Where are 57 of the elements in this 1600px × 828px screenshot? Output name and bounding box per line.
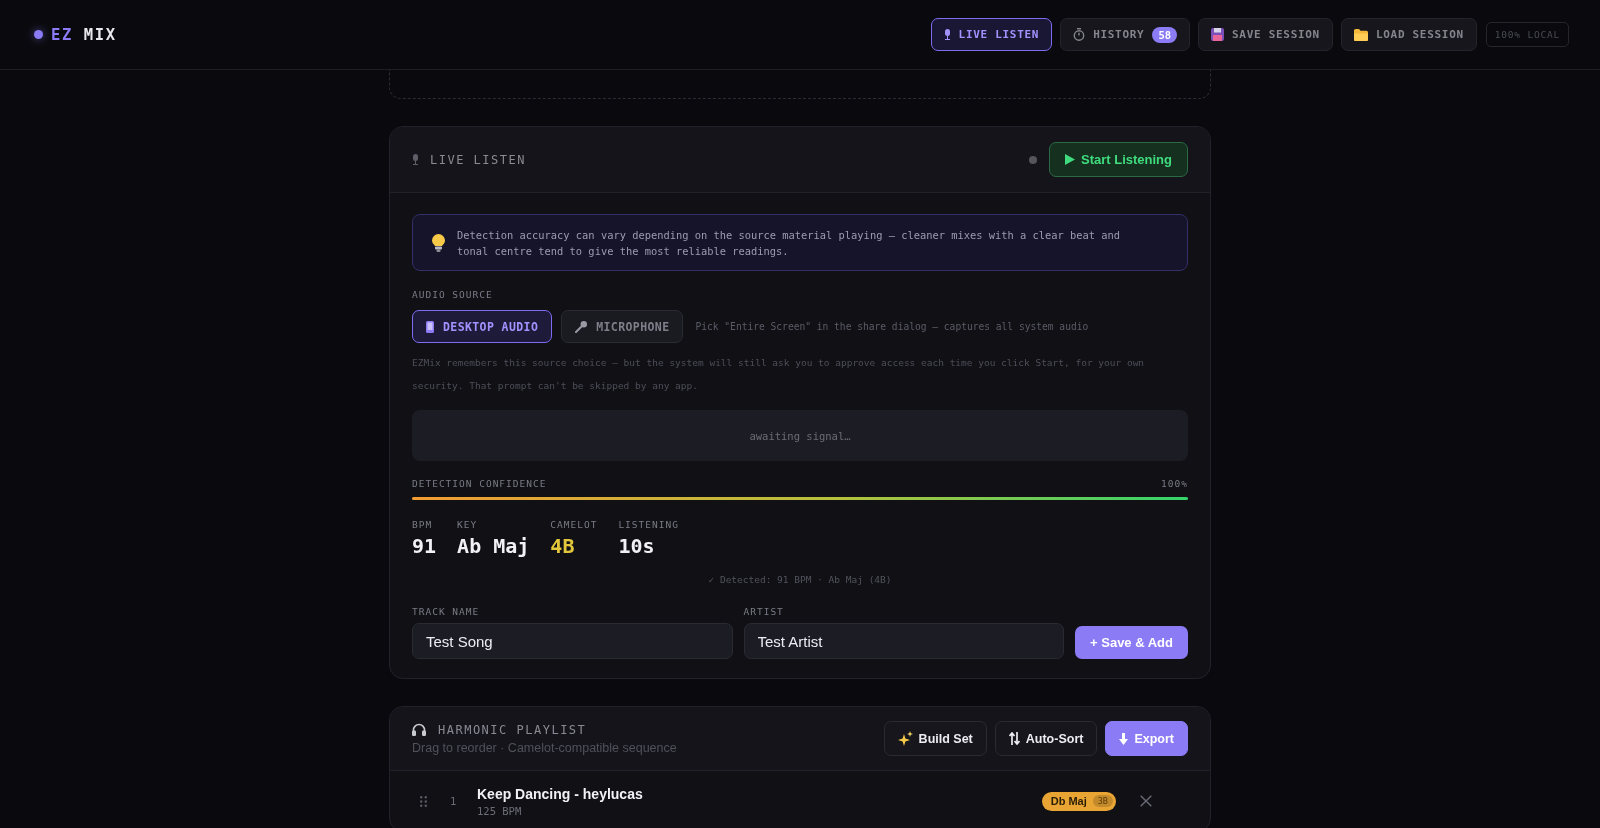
- stat-label: BPM: [412, 519, 434, 531]
- stat-label: LISTENING: [618, 519, 679, 531]
- stat-label: CAMELOT: [550, 519, 598, 531]
- logo-text: EZ MIX: [51, 25, 117, 44]
- card-title: LIVE LISTEN: [430, 152, 526, 167]
- nav-button[interactable]: LIVE LISTEN: [930, 18, 1053, 51]
- stat-value: 4B: [550, 533, 576, 559]
- folder-icon: [1353, 28, 1368, 41]
- nav-button[interactable]: HISTORY 58: [1060, 18, 1191, 51]
- camelot-tag: 3B: [1092, 795, 1113, 807]
- nav-button[interactable]: LOAD SESSION: [1340, 18, 1477, 51]
- start-listening-button[interactable]: Start Listening: [1049, 142, 1188, 177]
- stat-value: 10s: [618, 533, 656, 559]
- field-label: ARTIST: [743, 606, 785, 618]
- artist-field[interactable]: Test Artist: [743, 623, 1065, 659]
- nav-button[interactable]: SAVE SESSION: [1198, 18, 1333, 51]
- confidence-reading: 100%: [1161, 478, 1188, 490]
- action-button[interactable]: Export: [1105, 721, 1188, 756]
- stat-value: Ab Maj: [457, 533, 530, 559]
- source-hint: Pick "Entire Screen" in the share dialog — captures all system audio: [695, 321, 1089, 332]
- confidence-label: DETECTION CONFIDENCE: [412, 478, 547, 490]
- sparkle-icon: [897, 731, 913, 746]
- stat-value: 91: [412, 533, 437, 559]
- close-icon[interactable]: [1140, 795, 1152, 807]
- field-label: TRACK NAME: [412, 606, 481, 618]
- detected-summary: ✓ Detected: 91 BPM · Ab Maj (4B): [708, 574, 892, 586]
- source-toggle[interactable]: MICROPHONE: [561, 310, 684, 343]
- mic-icon: [412, 154, 419, 165]
- track-name-field[interactable]: Test Song: [412, 623, 733, 659]
- track-bpm: 125 BPM: [477, 804, 523, 817]
- headphones-icon: [412, 723, 426, 736]
- play-icon: [1065, 154, 1075, 165]
- save-add-button[interactable]: + Save & Add: [1075, 626, 1188, 659]
- card-subtitle: Drag to reorder · Camelot-compatible sequence: [412, 740, 677, 755]
- action-button[interactable]: Build Set: [883, 721, 987, 756]
- source-toggle[interactable]: DESKTOP AUDIO: [412, 310, 553, 343]
- privacy-note: EZMix remembers this source choice — but the system will still ask you to approve access each time you click Start, for your own security. That prompt can't be skipped by any app.: [412, 356, 1146, 393]
- action-button[interactable]: Auto-Sort: [994, 721, 1098, 756]
- phone-icon: [426, 320, 434, 333]
- microphone-icon: [575, 320, 588, 333]
- download-icon: [1119, 732, 1129, 745]
- key-text: Db Maj: [1050, 795, 1087, 807]
- logo-dot-icon: [34, 30, 43, 39]
- mic-icon: [943, 29, 951, 40]
- drag-handle-icon[interactable]: [420, 795, 427, 807]
- light-bulb-icon: [432, 233, 445, 252]
- tip-text: Detection accuracy can vary depending on the source material playing — cleaner mixes with a clear beat and tonal centre tend to give the most reliable readings.: [457, 227, 1122, 259]
- section-label: AUDIO SOURCE: [412, 289, 494, 301]
- count-badge: 58: [1152, 26, 1178, 43]
- status-chip: 100% LOCAL: [1485, 22, 1569, 47]
- timer-icon: [1073, 28, 1086, 41]
- track-number: 1: [450, 795, 458, 807]
- sort-arrows-icon: [1008, 732, 1020, 745]
- track-title: Keep Dancing - heylucas: [477, 785, 644, 802]
- stat-label: KEY: [457, 519, 479, 531]
- card-title: HARMONIC PLAYLIST: [438, 722, 587, 737]
- signal-display: awaiting signal…: [412, 410, 1188, 461]
